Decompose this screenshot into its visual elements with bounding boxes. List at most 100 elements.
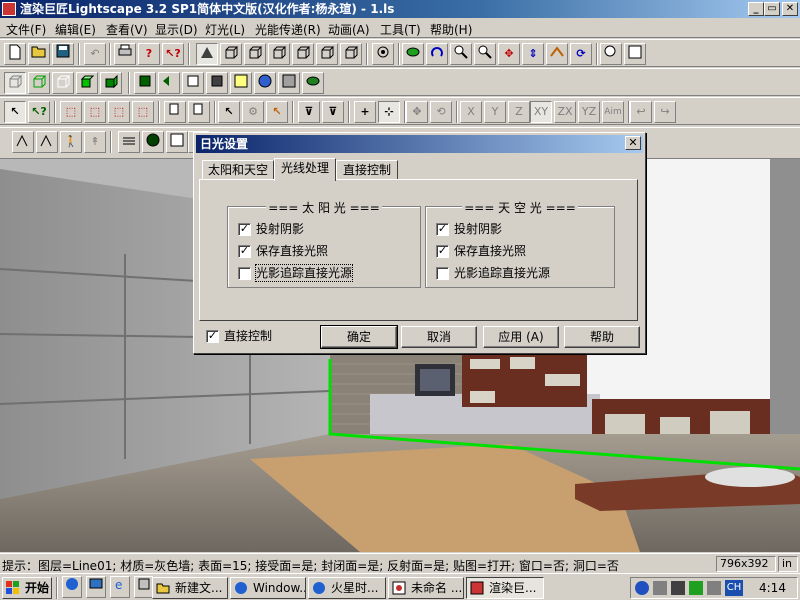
tab-sun-and-sky[interactable]: 太阳和天空 <box>202 160 274 180</box>
menu-file[interactable]: 文件(F) <box>6 21 46 38</box>
move-icon[interactable]: ✥ <box>406 101 428 123</box>
cube-view-1-icon[interactable] <box>220 43 242 65</box>
walk-icon[interactable] <box>546 43 568 65</box>
axis-x-button[interactable]: X <box>460 101 482 123</box>
help-icon[interactable]: ? <box>138 43 160 65</box>
lightscape-app-icon[interactable] <box>2 2 16 16</box>
layer-solid-icon[interactable] <box>134 72 156 94</box>
shaded-cube-icon[interactable] <box>100 72 122 94</box>
dolly-icon[interactable]: ⇕ <box>522 43 544 65</box>
redo-edit-icon[interactable]: ↪ <box>654 101 676 123</box>
context-help-icon[interactable]: ↖? <box>162 43 184 65</box>
plane-yz-button[interactable]: YZ <box>578 101 600 123</box>
edit-tool-2-icon[interactable]: ⚙ <box>242 101 264 123</box>
close-window-button[interactable]: ✕ <box>782 2 798 16</box>
layers-icon[interactable] <box>118 131 140 153</box>
dialog-close-button[interactable]: ✕ <box>625 136 641 150</box>
outline-cube-icon[interactable] <box>52 72 74 94</box>
material-icon[interactable] <box>302 72 324 94</box>
input-method-icon[interactable] <box>689 581 703 595</box>
sky-raytrace-direct-check[interactable] <box>436 267 449 280</box>
stand-person-icon[interactable]: ↟ <box>84 131 106 153</box>
yellow-square-icon[interactable] <box>230 72 252 94</box>
quicklaunch-ie-icon[interactable]: e <box>110 576 130 598</box>
filter-select-icon[interactable]: ⊽ <box>322 101 344 123</box>
apply-button[interactable]: 应用 (A) <box>483 326 559 348</box>
cube-view-6-icon[interactable] <box>340 43 362 65</box>
tab-ray-processing[interactable]: 光线处理 <box>274 158 336 181</box>
select-query-icon[interactable]: ↖? <box>28 101 50 123</box>
menu-edit[interactable]: 编辑(E) <box>55 21 96 38</box>
plane-xy-button[interactable]: XY <box>530 101 552 123</box>
volume-icon[interactable] <box>635 581 649 595</box>
zoom-window-icon[interactable] <box>600 43 622 65</box>
menu-display[interactable]: 显示(D) <box>155 21 198 38</box>
cancel-button[interactable]: 取消 <box>401 326 477 348</box>
new-file-icon[interactable] <box>4 43 26 65</box>
sun-cast-shadows-check[interactable]: ✓ <box>238 223 251 236</box>
quicklaunch-desktop-icon[interactable] <box>86 576 106 598</box>
edit-tool-1-icon[interactable]: ↖ <box>218 101 240 123</box>
block-icon[interactable] <box>166 131 188 153</box>
menu-help[interactable]: 帮助(H) <box>430 21 472 38</box>
animation-camera-icon[interactable] <box>36 131 58 153</box>
printer-icon[interactable] <box>671 581 685 595</box>
start-button[interactable]: 开始 <box>2 577 52 599</box>
task-lightscape[interactable]: 渲染巨... <box>466 577 544 599</box>
plane-zx-button[interactable]: ZX <box>554 101 576 123</box>
select-arrow-icon[interactable]: ↖ <box>4 101 26 123</box>
globe-icon[interactable] <box>254 72 276 94</box>
open-folder-icon[interactable] <box>28 43 50 65</box>
texture-icon[interactable] <box>278 72 300 94</box>
select-box-1-icon[interactable]: ⬚ <box>60 101 82 123</box>
menu-animation[interactable]: 动画(A) <box>328 21 370 38</box>
orbit-eye-icon[interactable] <box>402 43 424 65</box>
render-view-icon[interactable] <box>196 43 218 65</box>
ok-button[interactable]: 确定 <box>320 325 398 349</box>
rotate-icon[interactable]: ⟲ <box>430 101 452 123</box>
rotate-view-icon[interactable] <box>426 43 448 65</box>
filter-icon[interactable]: ⊽ <box>298 101 320 123</box>
undo-icon[interactable]: ↶ <box>84 43 106 65</box>
refresh-icon[interactable]: ⟳ <box>570 43 592 65</box>
cube-view-2-icon[interactable] <box>244 43 266 65</box>
language-indicator[interactable]: CH <box>725 580 743 596</box>
save-icon[interactable] <box>52 43 74 65</box>
layer-light-icon[interactable] <box>182 72 204 94</box>
cube-view-4-icon[interactable] <box>292 43 314 65</box>
zoom-icon[interactable] <box>474 43 496 65</box>
add-point-icon[interactable]: + <box>354 101 376 123</box>
network-icon[interactable] <box>653 581 667 595</box>
pan-icon[interactable]: ✥ <box>498 43 520 65</box>
copy-icon[interactable] <box>164 101 186 123</box>
app-title-bar[interactable]: 渲染巨匠Lightscape 3.2 SP1简体中文版(汉化作者:杨永瑄) - … <box>0 0 800 18</box>
cube-view-5-icon[interactable] <box>316 43 338 65</box>
monitor-icon[interactable] <box>707 581 721 595</box>
select-box-2-icon[interactable]: ⬚ <box>84 101 106 123</box>
axis-z-button[interactable]: Z <box>508 101 530 123</box>
dialog-title-bar[interactable]: 日光设置 ✕ <box>196 135 643 153</box>
sun-raytrace-direct-check[interactable] <box>238 267 251 280</box>
solid-cube-green-icon[interactable] <box>76 72 98 94</box>
quicklaunch-app-icon[interactable] <box>134 576 154 598</box>
material-ball-icon[interactable] <box>142 131 164 153</box>
paste-icon[interactable] <box>188 101 210 123</box>
task-new-document[interactable]: 新建文... <box>152 577 228 599</box>
tab-direct-control[interactable]: 直接控制 <box>336 160 398 180</box>
print-icon[interactable] <box>114 43 136 65</box>
measure-icon[interactable]: ⊹ <box>378 101 400 123</box>
minimize-button[interactable]: _ <box>748 2 764 16</box>
direct-control-check[interactable]: ✓ <box>206 330 219 343</box>
walk-person-icon[interactable]: 🚶 <box>60 131 82 153</box>
wireframe-mode-icon[interactable] <box>4 72 26 94</box>
menu-view[interactable]: 查看(V) <box>106 21 148 38</box>
undo-edit-icon[interactable]: ↩ <box>630 101 652 123</box>
aim-button[interactable]: Aim <box>602 101 624 123</box>
menu-radiosity[interactable]: 光能传递(R) <box>255 21 321 38</box>
select-box-3-icon[interactable]: ⬚ <box>108 101 130 123</box>
restore-button[interactable]: ▭ <box>764 2 780 16</box>
sky-store-direct-check[interactable]: ✓ <box>436 245 449 258</box>
zoom-extents-icon[interactable] <box>624 43 646 65</box>
sky-cast-shadows-check[interactable]: ✓ <box>436 223 449 236</box>
task-windows[interactable]: Window... <box>230 577 306 599</box>
